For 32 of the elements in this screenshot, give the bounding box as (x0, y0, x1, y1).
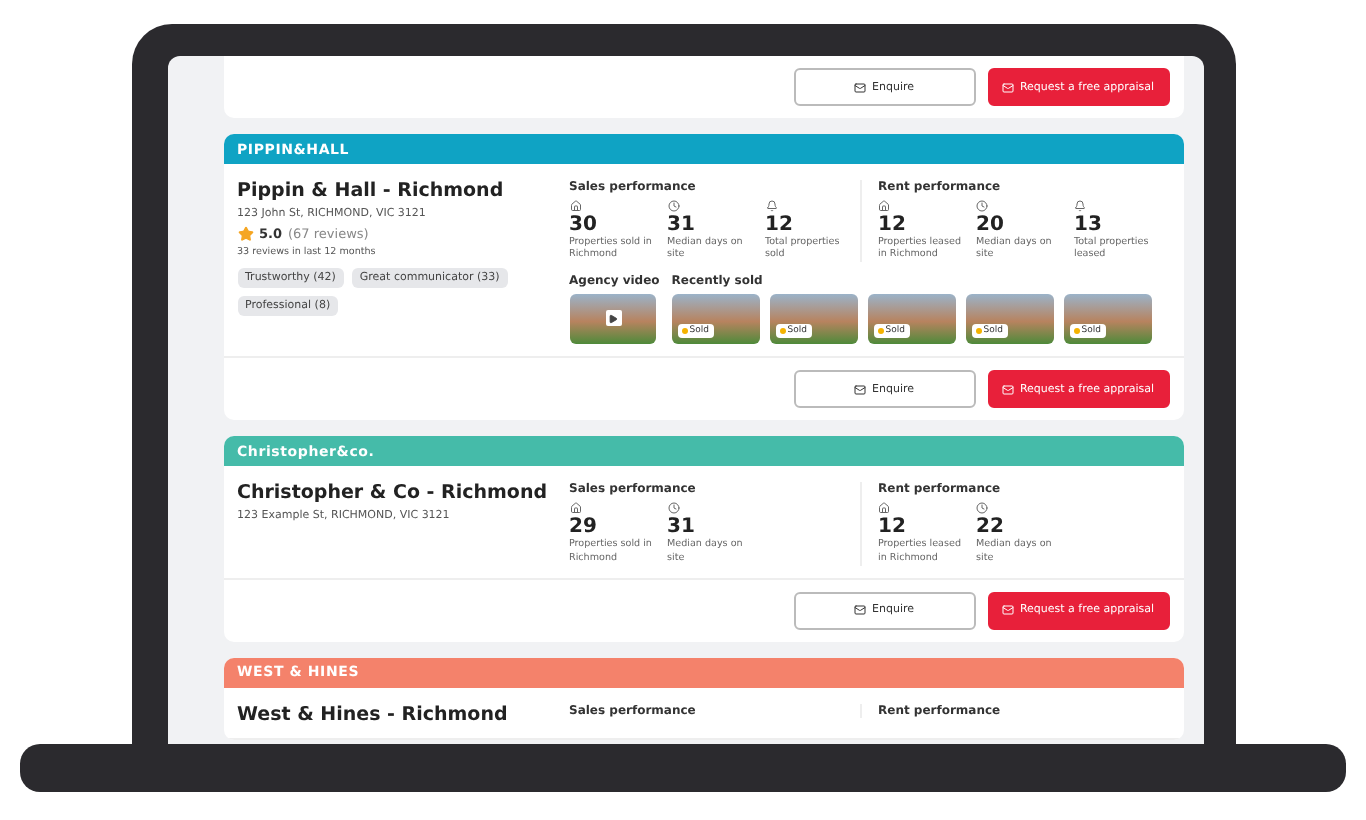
clock-icon (976, 502, 988, 515)
stat-value: 22 (976, 516, 1004, 539)
star-icon (237, 226, 253, 242)
agency-name: Christopher & Co - Richmond (237, 482, 550, 505)
mail-icon (854, 81, 866, 93)
agency-name: West & Hines - Richmond (237, 703, 510, 726)
agency-name: Pippin & Hall - Richmond (237, 180, 506, 202)
stat-value: 31 (667, 214, 697, 236)
house-icon (569, 200, 581, 212)
stat-value: 13 (1074, 214, 1104, 236)
house-icon (569, 502, 581, 515)
clock-icon (667, 200, 679, 212)
stat-value: 30 (569, 214, 599, 236)
mail-icon (1001, 383, 1014, 396)
mail-icon (854, 604, 866, 617)
house-icon (878, 200, 890, 212)
house-icon (878, 502, 890, 515)
clock-icon (976, 200, 988, 212)
bell-icon (765, 200, 777, 212)
stat-value: 29 (569, 516, 597, 539)
clock-icon (667, 502, 679, 515)
play-icon (608, 313, 618, 324)
video-thumbnail[interactable] (569, 294, 655, 345)
mail-icon (854, 383, 866, 396)
stat-value: 31 (667, 516, 695, 539)
bell-icon (1074, 200, 1086, 212)
stat-value: 20 (976, 214, 1006, 236)
mail-icon (1001, 81, 1014, 93)
stat-value: 12 (878, 516, 906, 539)
stat-value: 12 (878, 214, 908, 236)
mail-icon (1001, 604, 1014, 617)
stat-value: 12 (765, 214, 795, 236)
